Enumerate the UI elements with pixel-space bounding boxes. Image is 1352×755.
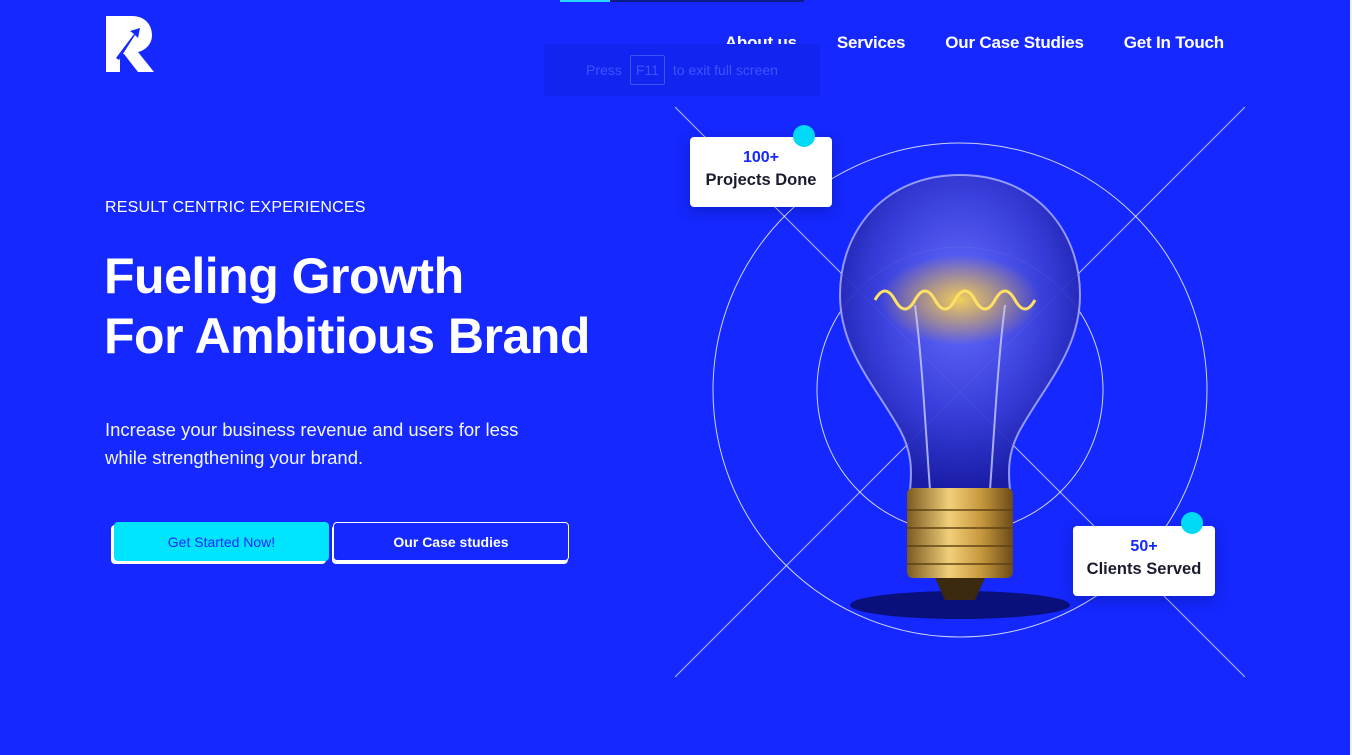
hero-headline: Fueling Growth For Ambitious Brand bbox=[104, 246, 590, 366]
stat-indicator-dot bbox=[1181, 512, 1203, 534]
fullscreen-hint-text: to exit full screen bbox=[672, 62, 778, 78]
nav-services[interactable]: Services bbox=[837, 33, 906, 53]
hero-headline-line2: For Ambitious Brand bbox=[104, 308, 590, 364]
stat-label: Clients Served bbox=[1086, 560, 1202, 578]
stat-number: 100+ bbox=[742, 149, 780, 166]
stat-label: Projects Done bbox=[705, 171, 817, 189]
fullscreen-hint-key: F11 bbox=[629, 55, 665, 85]
stat-card-clients: 50+ Clients Served bbox=[1073, 512, 1215, 596]
top-progress-strip bbox=[560, 0, 804, 2]
top-progress-segment bbox=[560, 0, 610, 2]
brand-logo[interactable] bbox=[104, 14, 156, 74]
stat-card-projects: 100+ Projects Done bbox=[690, 125, 832, 207]
stat-indicator-dot bbox=[793, 125, 815, 147]
hero-eyebrow: RESULT CENTRIC EXPERIENCES bbox=[105, 199, 366, 216]
get-started-button[interactable]: Get Started Now! bbox=[114, 522, 329, 561]
nav-case-studies[interactable]: Our Case Studies bbox=[945, 33, 1084, 53]
fullscreen-hint: Press F11 to exit full screen bbox=[544, 44, 820, 96]
hero-subcopy: Increase your business revenue and users… bbox=[105, 418, 519, 468]
nav-get-in-touch[interactable]: Get In Touch bbox=[1124, 33, 1224, 53]
stat-number: 50+ bbox=[1130, 538, 1158, 555]
fullscreen-hint-press: Press bbox=[586, 62, 622, 78]
case-studies-button[interactable]: Our Case studies bbox=[333, 522, 569, 561]
hero-headline-line1: Fueling Growth bbox=[104, 248, 464, 304]
